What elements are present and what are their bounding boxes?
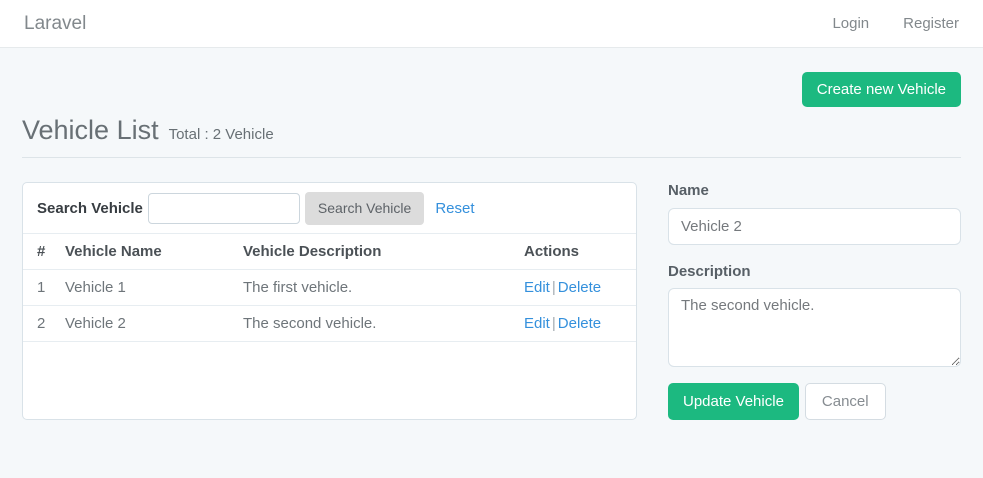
delete-link[interactable]: Delete	[558, 315, 601, 332]
brand-link[interactable]: Laravel	[24, 13, 86, 35]
cell-actions: Edit|Delete	[510, 270, 636, 306]
divider	[22, 157, 961, 158]
edit-link[interactable]: Edit	[524, 315, 550, 332]
table-header-row: # Vehicle Name Vehicle Description Actio…	[23, 234, 636, 270]
create-vehicle-button[interactable]: Create new Vehicle	[802, 72, 961, 107]
edit-link[interactable]: Edit	[524, 279, 550, 296]
nav-register-link[interactable]: Register	[903, 15, 959, 32]
navbar: Laravel Login Register	[0, 0, 983, 48]
header-vehicle-description: Vehicle Description	[229, 234, 510, 270]
name-input[interactable]	[668, 208, 961, 245]
header-vehicle-name: Vehicle Name	[51, 234, 229, 270]
description-field-group: Description The second vehicle.	[668, 263, 961, 367]
search-label: Search Vehicle	[37, 200, 143, 217]
create-button-row: Create new Vehicle	[22, 72, 961, 107]
link-separator: |	[552, 315, 556, 332]
vehicle-list-card: Search Vehicle Search Vehicle Reset # Ve…	[22, 182, 637, 420]
cell-vehicle-name: Vehicle 1	[51, 270, 229, 306]
main-content: Create new Vehicle Vehicle List Total : …	[0, 48, 983, 420]
nav-login-link[interactable]: Login	[832, 15, 869, 32]
form-buttons: Update Vehicle Cancel	[668, 383, 961, 420]
description-label: Description	[668, 263, 961, 280]
cell-num: 2	[23, 306, 51, 342]
table-row: 1 Vehicle 1 The first vehicle. Edit|Dele…	[23, 270, 636, 306]
search-button[interactable]: Search Vehicle	[305, 192, 424, 225]
content-columns: Search Vehicle Search Vehicle Reset # Ve…	[22, 182, 961, 420]
vehicle-edit-form: Name Description The second vehicle. Upd…	[668, 182, 961, 420]
cell-vehicle-description: The second vehicle.	[229, 306, 510, 342]
search-input[interactable]	[148, 193, 300, 224]
update-vehicle-button[interactable]: Update Vehicle	[668, 383, 799, 420]
total-count-text: Total : 2 Vehicle	[169, 126, 274, 143]
delete-link[interactable]: Delete	[558, 279, 601, 296]
page-heading: Vehicle List Total : 2 Vehicle	[22, 115, 961, 146]
navbar-links: Login Register	[832, 15, 959, 32]
page-title: Vehicle List	[22, 115, 159, 146]
search-form: Search Vehicle Search Vehicle Reset	[23, 183, 636, 233]
cancel-button[interactable]: Cancel	[805, 383, 886, 420]
header-actions: Actions	[510, 234, 636, 270]
description-textarea[interactable]: The second vehicle.	[668, 288, 961, 367]
vehicle-table: # Vehicle Name Vehicle Description Actio…	[23, 233, 636, 342]
cell-vehicle-name: Vehicle 2	[51, 306, 229, 342]
cell-vehicle-description: The first vehicle.	[229, 270, 510, 306]
name-label: Name	[668, 182, 961, 199]
header-num: #	[23, 234, 51, 270]
name-field-group: Name	[668, 182, 961, 245]
reset-link[interactable]: Reset	[435, 200, 474, 217]
cell-actions: Edit|Delete	[510, 306, 636, 342]
link-separator: |	[552, 279, 556, 296]
table-row: 2 Vehicle 2 The second vehicle. Edit|Del…	[23, 306, 636, 342]
cell-num: 1	[23, 270, 51, 306]
